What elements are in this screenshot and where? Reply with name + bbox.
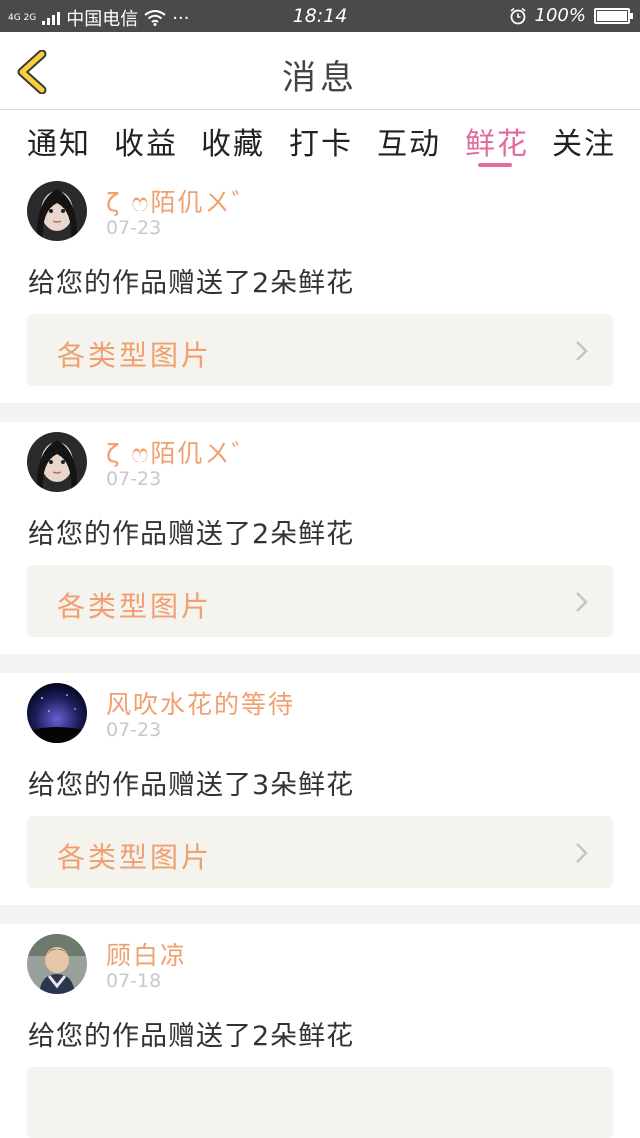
message-date: 07-23 <box>106 468 162 490</box>
user-name[interactable]: 风吹水花的等待 <box>106 685 295 721</box>
list-item: ζ ෆ陌仉ㄨ゛ 07-23 给您的作品赠送了2朵鲜花 各类型图片 <box>0 171 640 403</box>
user-name[interactable]: ζ ෆ陌仉ㄨ゛ <box>106 183 258 219</box>
work-link[interactable]: 各类型图片 <box>27 816 613 888</box>
battery-percent: 100% <box>534 5 586 26</box>
divider <box>0 403 640 422</box>
message-text: 给您的作品赠送了3朵鲜花 <box>28 770 355 801</box>
battery-icon <box>594 7 633 24</box>
list-item: 顾白凉 07-18 给您的作品赠送了2朵鲜花 <box>0 924 640 1138</box>
message-text: 给您的作品赠送了2朵鲜花 <box>28 1021 355 1052</box>
status-bar: 4G 2G 中国电信 ··· 18:14 100% <box>0 0 640 32</box>
avatar[interactable] <box>27 181 87 241</box>
work-title: 各类型图片 <box>57 339 213 372</box>
tab-interactions[interactable]: 互动 <box>377 119 441 163</box>
work-link[interactable]: 各类型图片 <box>27 565 613 637</box>
page-title: 消息 <box>282 58 358 98</box>
divider <box>0 905 640 924</box>
message-text: 给您的作品赠送了2朵鲜花 <box>28 519 355 550</box>
avatar[interactable] <box>27 432 87 492</box>
message-date: 07-18 <box>106 970 162 992</box>
battery-level <box>597 10 627 21</box>
tab-checkin[interactable]: 打卡 <box>289 119 353 163</box>
user-name[interactable]: ζ ෆ陌仉ㄨ゛ <box>106 434 258 470</box>
work-link[interactable] <box>27 1067 613 1138</box>
divider <box>0 654 640 673</box>
chevron-right-icon <box>576 592 588 612</box>
active-tab-indicator <box>478 163 512 167</box>
work-link[interactable]: 各类型图片 <box>27 314 613 386</box>
message-date: 07-23 <box>106 217 162 239</box>
chevron-right-icon <box>576 341 588 361</box>
message-text: 给您的作品赠送了2朵鲜花 <box>28 268 355 299</box>
avatar-girl-photo <box>27 432 87 492</box>
list-item: ζ ෆ陌仉ㄨ゛ 07-23 给您的作品赠送了2朵鲜花 各类型图片 <box>0 422 640 654</box>
chevron-right-icon <box>576 843 588 863</box>
work-title: 各类型图片 <box>57 590 213 623</box>
alarm-icon <box>510 7 526 24</box>
avatar[interactable] <box>27 683 87 743</box>
tab-notifications[interactable]: 通知 <box>27 119 91 163</box>
message-list: ζ ෆ陌仉ㄨ゛ 07-23 给您的作品赠送了2朵鲜花 各类型图片 ζ ෆ陌仉ㄨ゛… <box>0 171 640 1138</box>
user-name[interactable]: 顾白凉 <box>106 936 187 972</box>
work-title: 各类型图片 <box>57 841 213 874</box>
tab-earnings[interactable]: 收益 <box>114 119 178 163</box>
status-right: 100% <box>509 5 633 26</box>
tab-favorites[interactable]: 收藏 <box>201 119 265 163</box>
tab-following[interactable]: 关注 <box>552 119 616 163</box>
tab-flowers[interactable]: 鲜花 <box>465 119 529 163</box>
header-bar: 消息 <box>0 32 640 110</box>
category-tabs: 通知 收益 收藏 打卡 互动 鲜花 关注 <box>0 111 640 171</box>
avatar-child-photo <box>27 934 87 994</box>
message-date: 07-23 <box>106 719 162 741</box>
list-item: 风吹水花的等待 07-23 给您的作品赠送了3朵鲜花 各类型图片 <box>0 673 640 905</box>
avatar-night-sky <box>27 683 87 743</box>
avatar[interactable] <box>27 934 87 994</box>
avatar-girl-photo <box>27 181 87 241</box>
